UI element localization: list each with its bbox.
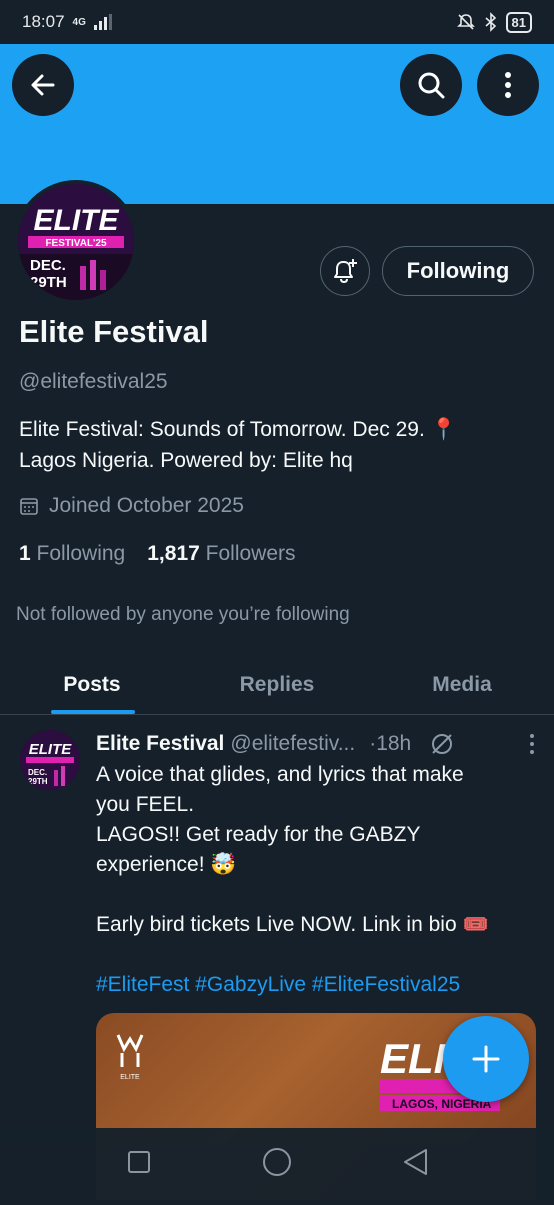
post-line: A voice that glides, and lyrics that mak… [96,763,464,786]
post-time: ·18h [369,732,412,755]
arrow-left-icon [31,74,55,96]
bio-line-1: Elite Festival: Sounds of Tomorrow. Dec … [19,418,457,441]
profile-bio: Elite Festival: Sounds of Tomorrow. Dec … [19,414,519,476]
follow-stats: 1 Following 1,817 Followers [19,542,296,566]
post-more-icon[interactable] [528,733,536,755]
grok-icon[interactable] [429,731,455,757]
active-tab-indicator [51,710,135,714]
plus-icon [472,1045,500,1073]
post-avatar-artwork: ELITE DEC. 29TH [20,730,80,790]
bluetooth-icon [484,12,496,32]
profile-tabs: Posts Replies Media [0,656,554,715]
clock: 18:07 [22,12,65,31]
status-right: 81 [456,11,532,33]
status-bar: 18:07 4G 81 [0,0,554,44]
tab-media[interactable]: Media [370,656,554,714]
battery-indicator: 81 [505,11,532,33]
post-line [96,880,536,910]
recents-icon[interactable] [128,1151,150,1173]
network-type: 4G [72,16,86,28]
followers-stat[interactable]: 1,817 Followers [147,542,295,566]
following-stat[interactable]: 1 Following [19,542,125,566]
avatar-date-line1: DEC. [30,257,66,274]
post-avatar-date2: 29TH [28,777,48,786]
back-button[interactable] [12,54,74,116]
post-line: experience! 🤯 [96,853,237,876]
search-button[interactable] [400,54,462,116]
signal-icon [93,14,112,30]
system-nav-bar [0,1128,554,1200]
avatar-artwork: ELITE FESTIVAL'25 DEC. 29TH [18,184,134,300]
post-handle[interactable]: @elitefestiv... [230,732,355,756]
avatar-title: ELITE [33,204,119,237]
status-left: 18:07 4G [22,12,114,32]
post-line: you FEEL. [96,793,195,816]
avatar-date-line2: 29TH [30,274,67,291]
following-count: 1 [19,542,31,565]
profile-name: Elite Festival [19,314,209,349]
post-avatar-date1: DEC. [28,768,47,777]
post-avatar[interactable]: ELITE DEC. 29TH [20,730,80,790]
tab-replies[interactable]: Replies [184,656,370,714]
joined-text: Joined October 2025 [49,494,244,517]
joined-date: Joined October 2025 [19,494,244,518]
post-hashtags[interactable]: #EliteFest #GabzyLive #EliteFestival25 [96,970,536,1000]
followers-count: 1,817 [147,542,200,565]
post-text: A voice that glides, and lyrics that mak… [96,760,536,1000]
profile-avatar[interactable]: ELITE FESTIVAL'25 DEC. 29TH [14,180,138,304]
followers-label: Followers [205,542,296,565]
following-button[interactable]: Following [382,246,534,296]
elite-logo-icon: ELITE [116,1034,144,1081]
post-line: LAGOS!! Get ready for the GABZY [96,823,421,846]
notify-button[interactable] [320,246,370,296]
bio-line-2: Lagos Nigeria. Powered by: Elite hq [19,449,353,472]
avatar-subtitle: FESTIVAL'25 [45,238,107,249]
post-header: Elite Festival @elitefestiv... ·18h [96,730,536,758]
media-brand: ELITE [120,1074,140,1081]
post-line: Early bird tickets Live NOW. Link in bio… [96,913,489,936]
post-author[interactable]: Elite Festival [96,732,224,756]
compose-button[interactable] [443,1016,529,1102]
search-icon [418,72,445,99]
mute-icon [456,14,475,30]
not-followed-note: Not followed by anyone you’re following [16,604,350,625]
profile-handle: @elitefestival25 [19,370,168,393]
post-avatar-title: ELITE [29,741,72,758]
back-nav-icon[interactable] [404,1149,427,1175]
post-line [96,940,536,970]
more-options-button[interactable] [477,54,539,116]
bell-plus-icon [334,259,357,284]
calendar-icon [20,498,38,515]
home-icon[interactable] [263,1148,291,1176]
following-label: Following [36,542,126,565]
more-vertical-icon [505,72,511,98]
tab-posts[interactable]: Posts [0,656,184,714]
